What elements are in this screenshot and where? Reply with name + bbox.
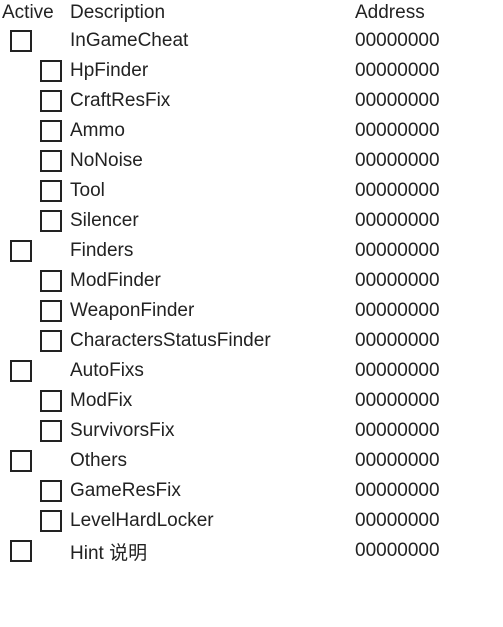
description-cell[interactable]: Finders (68, 236, 353, 266)
header-address[interactable]: Address (353, 0, 503, 26)
active-checkbox[interactable] (40, 420, 62, 442)
address-cell[interactable]: 00000000 (353, 536, 503, 566)
active-cell (0, 416, 68, 446)
active-cell (0, 266, 68, 296)
active-cell (0, 446, 68, 476)
address-cell[interactable]: 00000000 (353, 116, 503, 146)
address-cell[interactable]: 00000000 (353, 356, 503, 386)
active-checkbox[interactable] (40, 270, 62, 292)
active-checkbox[interactable] (40, 330, 62, 352)
description-cell[interactable]: Others (68, 446, 353, 476)
active-cell (0, 206, 68, 236)
active-checkbox[interactable] (40, 300, 62, 322)
description-cell[interactable]: HpFinder (68, 56, 353, 86)
address-cell[interactable]: 00000000 (353, 416, 503, 446)
table-row[interactable]: Silencer00000000 (0, 206, 503, 236)
active-checkbox[interactable] (40, 510, 62, 532)
active-cell (0, 176, 68, 206)
active-checkbox[interactable] (10, 540, 32, 562)
description-cell[interactable]: AutoFixs (68, 356, 353, 386)
address-cell[interactable]: 00000000 (353, 446, 503, 476)
active-cell (0, 506, 68, 536)
address-cell[interactable]: 00000000 (353, 266, 503, 296)
table-row[interactable]: Finders00000000 (0, 236, 503, 266)
address-cell[interactable]: 00000000 (353, 176, 503, 206)
address-cell[interactable]: 00000000 (353, 296, 503, 326)
active-checkbox[interactable] (10, 360, 32, 382)
table-row[interactable]: InGameCheat00000000 (0, 26, 503, 56)
address-cell[interactable]: 00000000 (353, 506, 503, 536)
address-cell[interactable]: 00000000 (353, 326, 503, 356)
active-checkbox[interactable] (40, 120, 62, 142)
header-description[interactable]: Description (68, 0, 353, 26)
active-cell (0, 386, 68, 416)
address-cell[interactable]: 00000000 (353, 476, 503, 506)
description-cell[interactable]: InGameCheat (68, 26, 353, 56)
table-row[interactable]: NoNoise00000000 (0, 146, 503, 176)
table-row[interactable]: AutoFixs00000000 (0, 356, 503, 386)
address-cell[interactable]: 00000000 (353, 26, 503, 56)
active-checkbox[interactable] (10, 30, 32, 52)
table-row[interactable]: GameResFix00000000 (0, 476, 503, 506)
table-row[interactable]: Ammo00000000 (0, 116, 503, 146)
description-cell[interactable]: CharactersStatusFinder (68, 326, 353, 356)
address-cell[interactable]: 00000000 (353, 386, 503, 416)
active-checkbox[interactable] (40, 150, 62, 172)
table-row[interactable]: Others00000000 (0, 446, 503, 476)
address-cell[interactable]: 00000000 (353, 56, 503, 86)
active-cell (0, 536, 68, 566)
description-cell[interactable]: LevelHardLocker (68, 506, 353, 536)
table-row[interactable]: ModFinder00000000 (0, 266, 503, 296)
table-row[interactable]: ModFix00000000 (0, 386, 503, 416)
active-checkbox[interactable] (40, 390, 62, 412)
active-cell (0, 86, 68, 116)
address-cell[interactable]: 00000000 (353, 206, 503, 236)
address-cell[interactable]: 00000000 (353, 146, 503, 176)
description-cell[interactable]: ModFinder (68, 266, 353, 296)
active-cell (0, 236, 68, 266)
active-cell (0, 116, 68, 146)
active-checkbox[interactable] (40, 90, 62, 112)
description-cell[interactable]: ModFix (68, 386, 353, 416)
active-checkbox[interactable] (10, 450, 32, 472)
active-checkbox[interactable] (40, 210, 62, 232)
description-cell[interactable]: NoNoise (68, 146, 353, 176)
active-cell (0, 326, 68, 356)
active-checkbox[interactable] (40, 60, 62, 82)
active-cell (0, 146, 68, 176)
table-row[interactable]: CharactersStatusFinder00000000 (0, 326, 503, 356)
active-cell (0, 356, 68, 386)
table-row[interactable]: Tool00000000 (0, 176, 503, 206)
active-checkbox[interactable] (10, 240, 32, 262)
header-row: Active Description Address (0, 0, 503, 26)
active-cell (0, 26, 68, 56)
address-cell[interactable]: 00000000 (353, 86, 503, 116)
address-cell[interactable]: 00000000 (353, 236, 503, 266)
description-cell[interactable]: WeaponFinder (68, 296, 353, 326)
description-cell[interactable]: Silencer (68, 206, 353, 236)
table-row[interactable]: SurvivorsFix00000000 (0, 416, 503, 446)
table-row[interactable]: Hint 说明00000000 (0, 536, 503, 566)
table-row[interactable]: HpFinder00000000 (0, 56, 503, 86)
table-row[interactable]: CraftResFix00000000 (0, 86, 503, 116)
active-cell (0, 296, 68, 326)
table-row[interactable]: WeaponFinder00000000 (0, 296, 503, 326)
description-cell[interactable]: Hint 说明 (68, 536, 353, 566)
active-checkbox[interactable] (40, 480, 62, 502)
description-cell[interactable]: Ammo (68, 116, 353, 146)
table-row[interactable]: LevelHardLocker00000000 (0, 506, 503, 536)
active-checkbox[interactable] (40, 180, 62, 202)
description-cell[interactable]: SurvivorsFix (68, 416, 353, 446)
description-cell[interactable]: Tool (68, 176, 353, 206)
header-active[interactable]: Active (0, 0, 68, 26)
active-cell (0, 476, 68, 506)
active-cell (0, 56, 68, 86)
description-cell[interactable]: GameResFix (68, 476, 353, 506)
cheat-table: Active Description Address InGameCheat00… (0, 0, 503, 566)
description-cell[interactable]: CraftResFix (68, 86, 353, 116)
